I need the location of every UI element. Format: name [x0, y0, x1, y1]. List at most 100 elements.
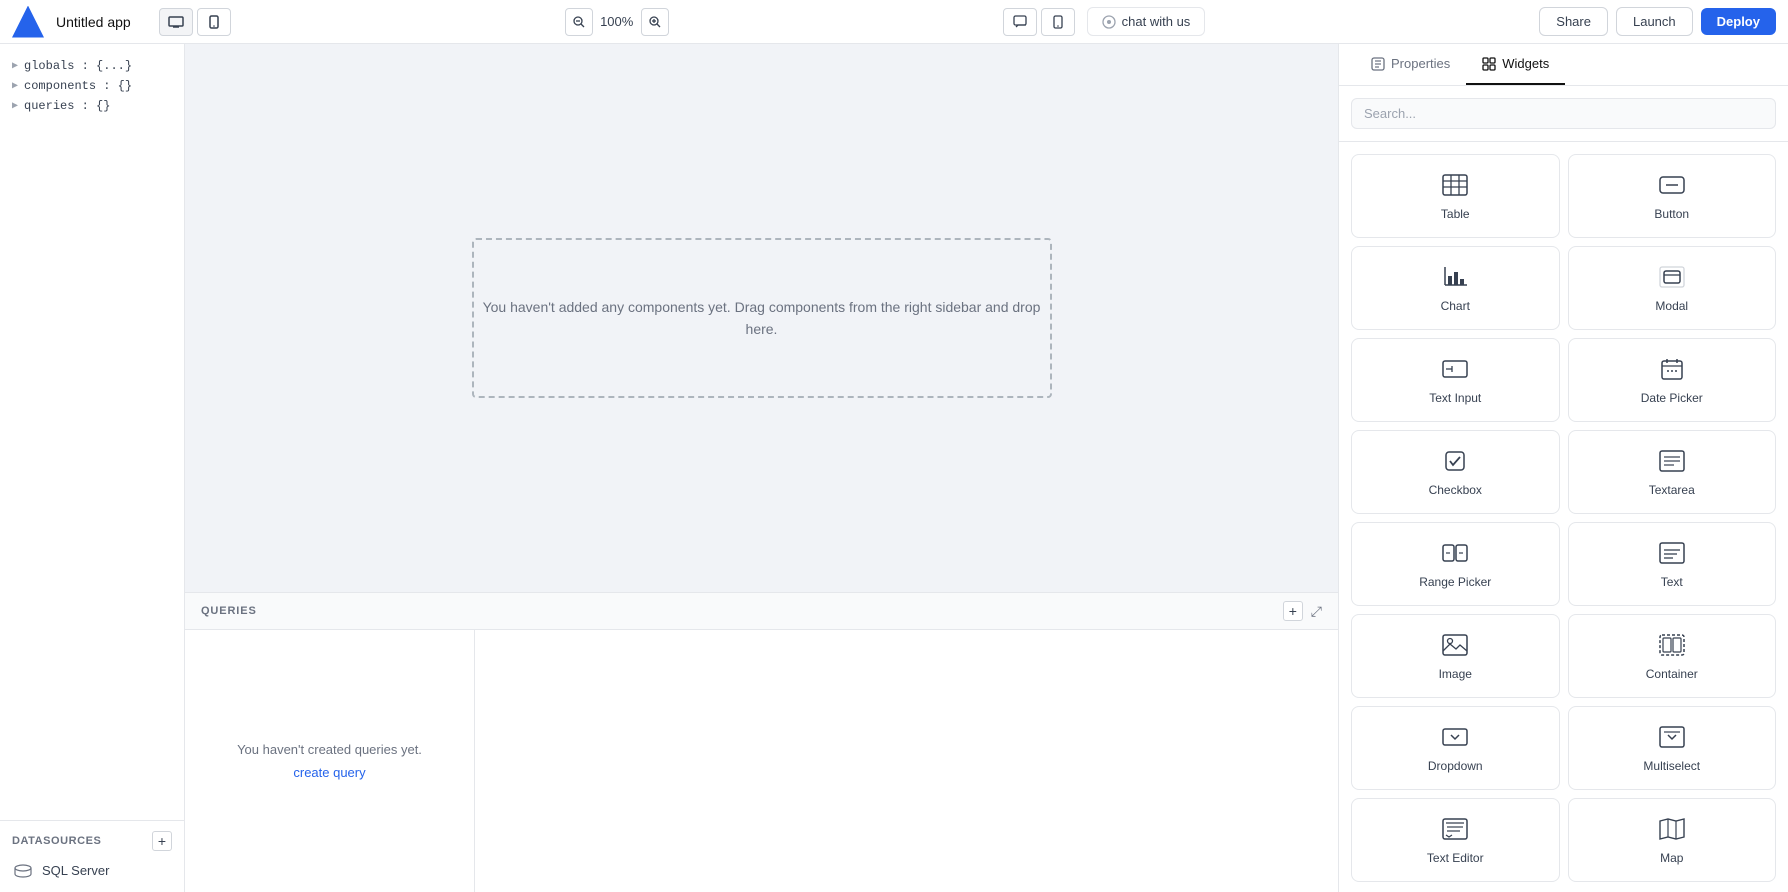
widget-search-input[interactable] [1351, 98, 1776, 129]
widget-multiselect-label: Multiselect [1643, 759, 1700, 773]
widget-checkbox[interactable]: Checkbox [1351, 430, 1560, 514]
widget-modal-label: Modal [1655, 299, 1688, 313]
zoom-controls: 100% [565, 8, 669, 36]
topbar-actions: Share Launch Deploy [1539, 7, 1776, 36]
tree-item-globals-label: globals : {...} [24, 59, 132, 73]
widget-range-picker[interactable]: Range Picker [1351, 522, 1560, 606]
tree-item-components[interactable]: ▶ components : {} [12, 76, 172, 96]
text-editor-icon [1441, 815, 1469, 843]
chart-icon [1441, 263, 1469, 291]
datasources-section: DATASOURCES + SQL Server [0, 820, 184, 892]
widget-multiselect[interactable]: Multiselect [1568, 706, 1777, 790]
widget-text[interactable]: Text [1568, 522, 1777, 606]
widget-chart[interactable]: Chart [1351, 246, 1560, 330]
share-button[interactable]: Share [1539, 7, 1608, 36]
expand-queries-icon[interactable]: ⤢ [1311, 603, 1322, 620]
view-toggle [159, 8, 231, 36]
date-picker-icon [1658, 355, 1686, 383]
preview-toggle [1003, 8, 1075, 36]
tree-arrow-queries: ▶ [12, 100, 18, 112]
datasource-item-sqlserver[interactable]: SQL Server [12, 859, 172, 882]
left-sidebar: ▶ globals : {...} ▶ components : {} ▶ qu… [0, 44, 185, 892]
tab-widgets-label: Widgets [1502, 56, 1549, 71]
app-logo [12, 6, 44, 38]
main-layout: ▶ globals : {...} ▶ components : {} ▶ qu… [0, 0, 1788, 892]
drop-zone[interactable]: You haven't added any components yet. Dr… [472, 238, 1052, 398]
tab-properties-label: Properties [1391, 56, 1450, 71]
widget-text-editor-label: Text Editor [1427, 851, 1484, 865]
chat-button[interactable]: chat with us [1087, 7, 1206, 36]
queries-editor [475, 630, 1338, 892]
queries-header: QUERIES + ⤢ [185, 593, 1338, 630]
text-input-icon [1441, 355, 1469, 383]
launch-button[interactable]: Launch [1616, 7, 1693, 36]
widget-table-label: Table [1441, 207, 1470, 221]
textarea-icon [1658, 447, 1686, 475]
container-icon [1658, 631, 1686, 659]
widgets-grid: Table Button [1339, 142, 1788, 892]
topbar: Untitled app 100% [0, 0, 1788, 44]
widget-text-input[interactable]: Text Input [1351, 338, 1560, 422]
widget-table[interactable]: Table [1351, 154, 1560, 238]
mobile-preview-btn[interactable] [1041, 8, 1075, 36]
dropdown-icon [1441, 723, 1469, 751]
widget-text-editor[interactable]: Text Editor [1351, 798, 1560, 882]
widget-date-picker[interactable]: Date Picker [1568, 338, 1777, 422]
queries-label: QUERIES [201, 605, 257, 617]
chat-label: chat with us [1122, 14, 1191, 29]
queries-list: You haven't created queries yet. create … [185, 630, 475, 892]
tree-item-globals[interactable]: ▶ globals : {...} [12, 56, 172, 76]
create-query-link[interactable]: create query [293, 765, 365, 780]
zoom-in-btn[interactable] [641, 8, 669, 36]
tab-widgets[interactable]: Widgets [1466, 44, 1565, 85]
widget-textarea[interactable]: Textarea [1568, 430, 1777, 514]
queries-actions: + ⤢ [1283, 601, 1322, 621]
tab-properties[interactable]: Properties [1355, 44, 1466, 85]
mobile-view-btn[interactable] [197, 8, 231, 36]
button-icon [1658, 171, 1686, 199]
queries-body: You haven't created queries yet. create … [185, 630, 1338, 892]
properties-icon [1371, 57, 1385, 71]
comment-view-btn[interactable] [1003, 8, 1037, 36]
tree-section: ▶ globals : {...} ▶ components : {} ▶ qu… [0, 44, 184, 124]
widget-textarea-label: Textarea [1649, 483, 1695, 497]
widget-container-label: Container [1646, 667, 1698, 681]
checkbox-icon [1441, 447, 1469, 475]
canvas: You haven't added any components yet. Dr… [185, 44, 1338, 892]
tree-item-queries[interactable]: ▶ queries : {} [12, 96, 172, 116]
sql-server-icon [12, 864, 34, 878]
widget-image[interactable]: Image [1351, 614, 1560, 698]
add-query-button[interactable]: + [1283, 601, 1303, 621]
search-container [1339, 86, 1788, 142]
datasource-label-sqlserver: SQL Server [42, 863, 109, 878]
widget-text-label: Text [1661, 575, 1683, 589]
widget-range-picker-label: Range Picker [1419, 575, 1491, 589]
widget-dropdown[interactable]: Dropdown [1351, 706, 1560, 790]
desktop-view-btn[interactable] [159, 8, 193, 36]
modal-icon [1658, 263, 1686, 291]
widget-chart-label: Chart [1441, 299, 1470, 313]
widget-container[interactable]: Container [1568, 614, 1777, 698]
tree-item-components-label: components : {} [24, 79, 132, 93]
widget-button[interactable]: Button [1568, 154, 1777, 238]
tree-arrow-components: ▶ [12, 80, 18, 92]
multiselect-icon [1658, 723, 1686, 751]
widget-image-label: Image [1439, 667, 1472, 681]
widget-date-picker-label: Date Picker [1641, 391, 1703, 405]
text-icon [1658, 539, 1686, 567]
table-icon [1441, 171, 1469, 199]
right-sidebar: Properties Widgets [1338, 44, 1788, 892]
widget-map[interactable]: Map [1568, 798, 1777, 882]
deploy-button[interactable]: Deploy [1701, 8, 1776, 35]
widget-checkbox-label: Checkbox [1429, 483, 1482, 497]
queries-panel: QUERIES + ⤢ You haven't created queries … [185, 592, 1338, 892]
zoom-value: 100% [597, 14, 637, 29]
right-sidebar-tabs: Properties Widgets [1339, 44, 1788, 86]
canvas-area[interactable]: You haven't added any components yet. Dr… [185, 44, 1338, 592]
zoom-out-btn[interactable] [565, 8, 593, 36]
widget-map-label: Map [1660, 851, 1683, 865]
queries-empty-text: You haven't created queries yet. [237, 742, 422, 757]
widget-modal[interactable]: Modal [1568, 246, 1777, 330]
map-icon [1658, 815, 1686, 843]
add-datasource-button[interactable]: + [152, 831, 172, 851]
